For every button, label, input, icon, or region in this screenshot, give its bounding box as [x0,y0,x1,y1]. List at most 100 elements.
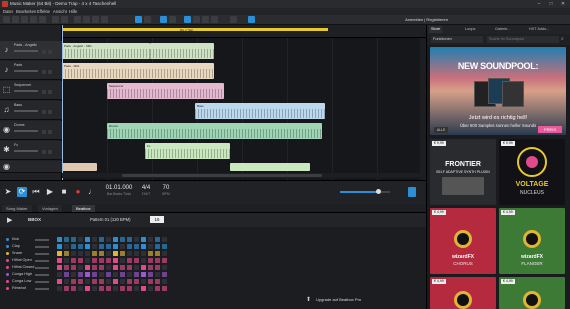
beat-pad[interactable] [57,265,62,270]
beat-pad[interactable] [78,265,83,270]
product-card[interactable]: € 4,99 [430,277,496,309]
beat-pad[interactable] [127,279,132,284]
beat-pad[interactable] [106,251,111,256]
track-header[interactable]: ♫ Bass [0,101,62,120]
beat-pad[interactable] [155,272,160,277]
beat-pad[interactable] [78,272,83,277]
beat-pad[interactable] [57,272,62,277]
beat-pad[interactable] [106,237,111,242]
beatbox-kit-select[interactable]: BBOX [28,217,41,222]
beat-pad[interactable] [113,265,118,270]
solo-button[interactable] [48,110,52,114]
upgrade-beatbox-button[interactable]: ⬆ Upgrade auf Beatbox Pro [306,295,426,305]
close-button[interactable]: ✕ [557,0,569,8]
tab-vorlagen[interactable]: Vorlagen [38,205,62,212]
track-volume-slider[interactable] [14,90,38,92]
new-icon[interactable] [3,16,10,23]
beat-pad[interactable] [120,265,125,270]
track-name[interactable]: Drums [14,123,25,127]
beat-pad[interactable] [64,244,69,249]
beat-pad[interactable] [127,244,132,249]
beat-pad[interactable] [148,272,153,277]
record-icon[interactable]: ● [73,187,83,197]
beat-pad[interactable] [78,251,83,256]
track-name[interactable]: Pads - Angelic [14,43,37,47]
clip-drums[interactable]: Drums [107,123,322,139]
track-name[interactable]: Fx [14,143,18,147]
clip-pads[interactable]: Pads - Sl01 [62,63,214,79]
solo-button[interactable] [48,70,52,74]
beat-pad[interactable] [148,258,153,263]
beat-pad[interactable] [106,286,111,291]
menu-ansicht[interactable]: Ansicht [53,9,67,14]
beat-pad[interactable] [155,258,160,263]
beat-pad[interactable] [64,279,69,284]
beat-pad[interactable] [99,237,104,242]
beat-pad[interactable] [141,265,146,270]
beat-pad[interactable] [71,265,76,270]
beat-pad[interactable] [85,265,90,270]
clip-pads-angelic[interactable]: Pads - Angelic - Sl01 [62,43,150,59]
maximize-button[interactable]: □ [545,0,557,8]
rewind-icon[interactable]: ⏮ [31,187,41,197]
product-card[interactable]: € 4,99 [499,277,565,309]
open-icon[interactable] [12,16,19,23]
loop-icon[interactable]: ⟳ [17,187,27,197]
beat-pad[interactable] [155,286,160,291]
track-volume-slider[interactable] [14,130,38,132]
menu-bearbeiten[interactable]: Bearbeiten [16,9,36,14]
copy-icon[interactable] [83,16,90,23]
tab-store[interactable]: Store [429,26,443,33]
beat-pad[interactable] [78,279,83,284]
beat-pad[interactable] [71,244,76,249]
cut-icon[interactable] [74,16,81,23]
grid-icon[interactable] [169,16,176,23]
beat-pad[interactable] [148,237,153,242]
timeline-ruler[interactable]: Bis 2 Takt [62,25,426,38]
tab-addons[interactable]: HXT Addo... [527,26,551,33]
beat-pad[interactable] [162,272,167,277]
pointer-tool-icon[interactable] [135,16,142,23]
clip-bass[interactable]: Bass [195,103,325,119]
metronome-icon[interactable]: ♩ [87,187,97,197]
product-card-wizardfx-chorus[interactable]: € 4,99 wizardFX CHORUS [430,208,496,274]
beat-pad[interactable] [120,237,125,242]
instrument-row[interactable]: Snare [0,251,55,257]
beat-pad[interactable] [57,286,62,291]
beat-pad[interactable] [162,244,167,249]
instrument-volume-slider[interactable] [35,253,49,255]
tab-galerie[interactable]: Galerie... [493,26,512,33]
beat-pad[interactable] [113,244,118,249]
track-header[interactable]: ◉ Drums [0,121,62,140]
instrument-row[interactable]: Rimshot [0,286,55,292]
beat-pad[interactable] [57,237,62,242]
beat-pad[interactable] [113,258,118,263]
beat-pad[interactable] [134,265,139,270]
pattern-length-field[interactable]: 16 [150,216,164,223]
beat-pad[interactable] [120,279,125,284]
export-icon[interactable] [39,16,46,23]
import-icon[interactable] [30,16,37,23]
instrument-row[interactable]: HiHat Closed [0,265,55,271]
master-volume-slider[interactable] [340,189,390,194]
beat-pad[interactable] [134,279,139,284]
mute-button[interactable] [42,110,46,114]
beat-pad[interactable] [162,258,167,263]
solo-button[interactable] [48,150,52,154]
track-header[interactable]: ♪ Pads - Angelic [0,41,62,60]
beat-pad[interactable] [106,272,111,277]
zoom-icon[interactable] [202,16,209,23]
soundpool-banner[interactable]: NEW SOUNDPOOL: Jetzt wird es richtig hel… [430,47,566,135]
mute-button[interactable] [42,130,46,134]
beat-pad[interactable] [134,244,139,249]
beat-pad[interactable] [99,258,104,263]
meter-display[interactable]: 4/4 TAKT [138,185,154,196]
beat-pad[interactable] [92,265,97,270]
track-volume-slider[interactable] [14,70,38,72]
undo-icon[interactable] [52,16,59,23]
beat-pad[interactable] [99,244,104,249]
beat-pad[interactable] [71,251,76,256]
product-card-voltage-nucleus[interactable]: € 9,99 VOLTAGE NUCLEUS [499,139,565,205]
solo-button[interactable] [48,90,52,94]
beatbox-play-icon[interactable]: ▶ [7,216,12,224]
